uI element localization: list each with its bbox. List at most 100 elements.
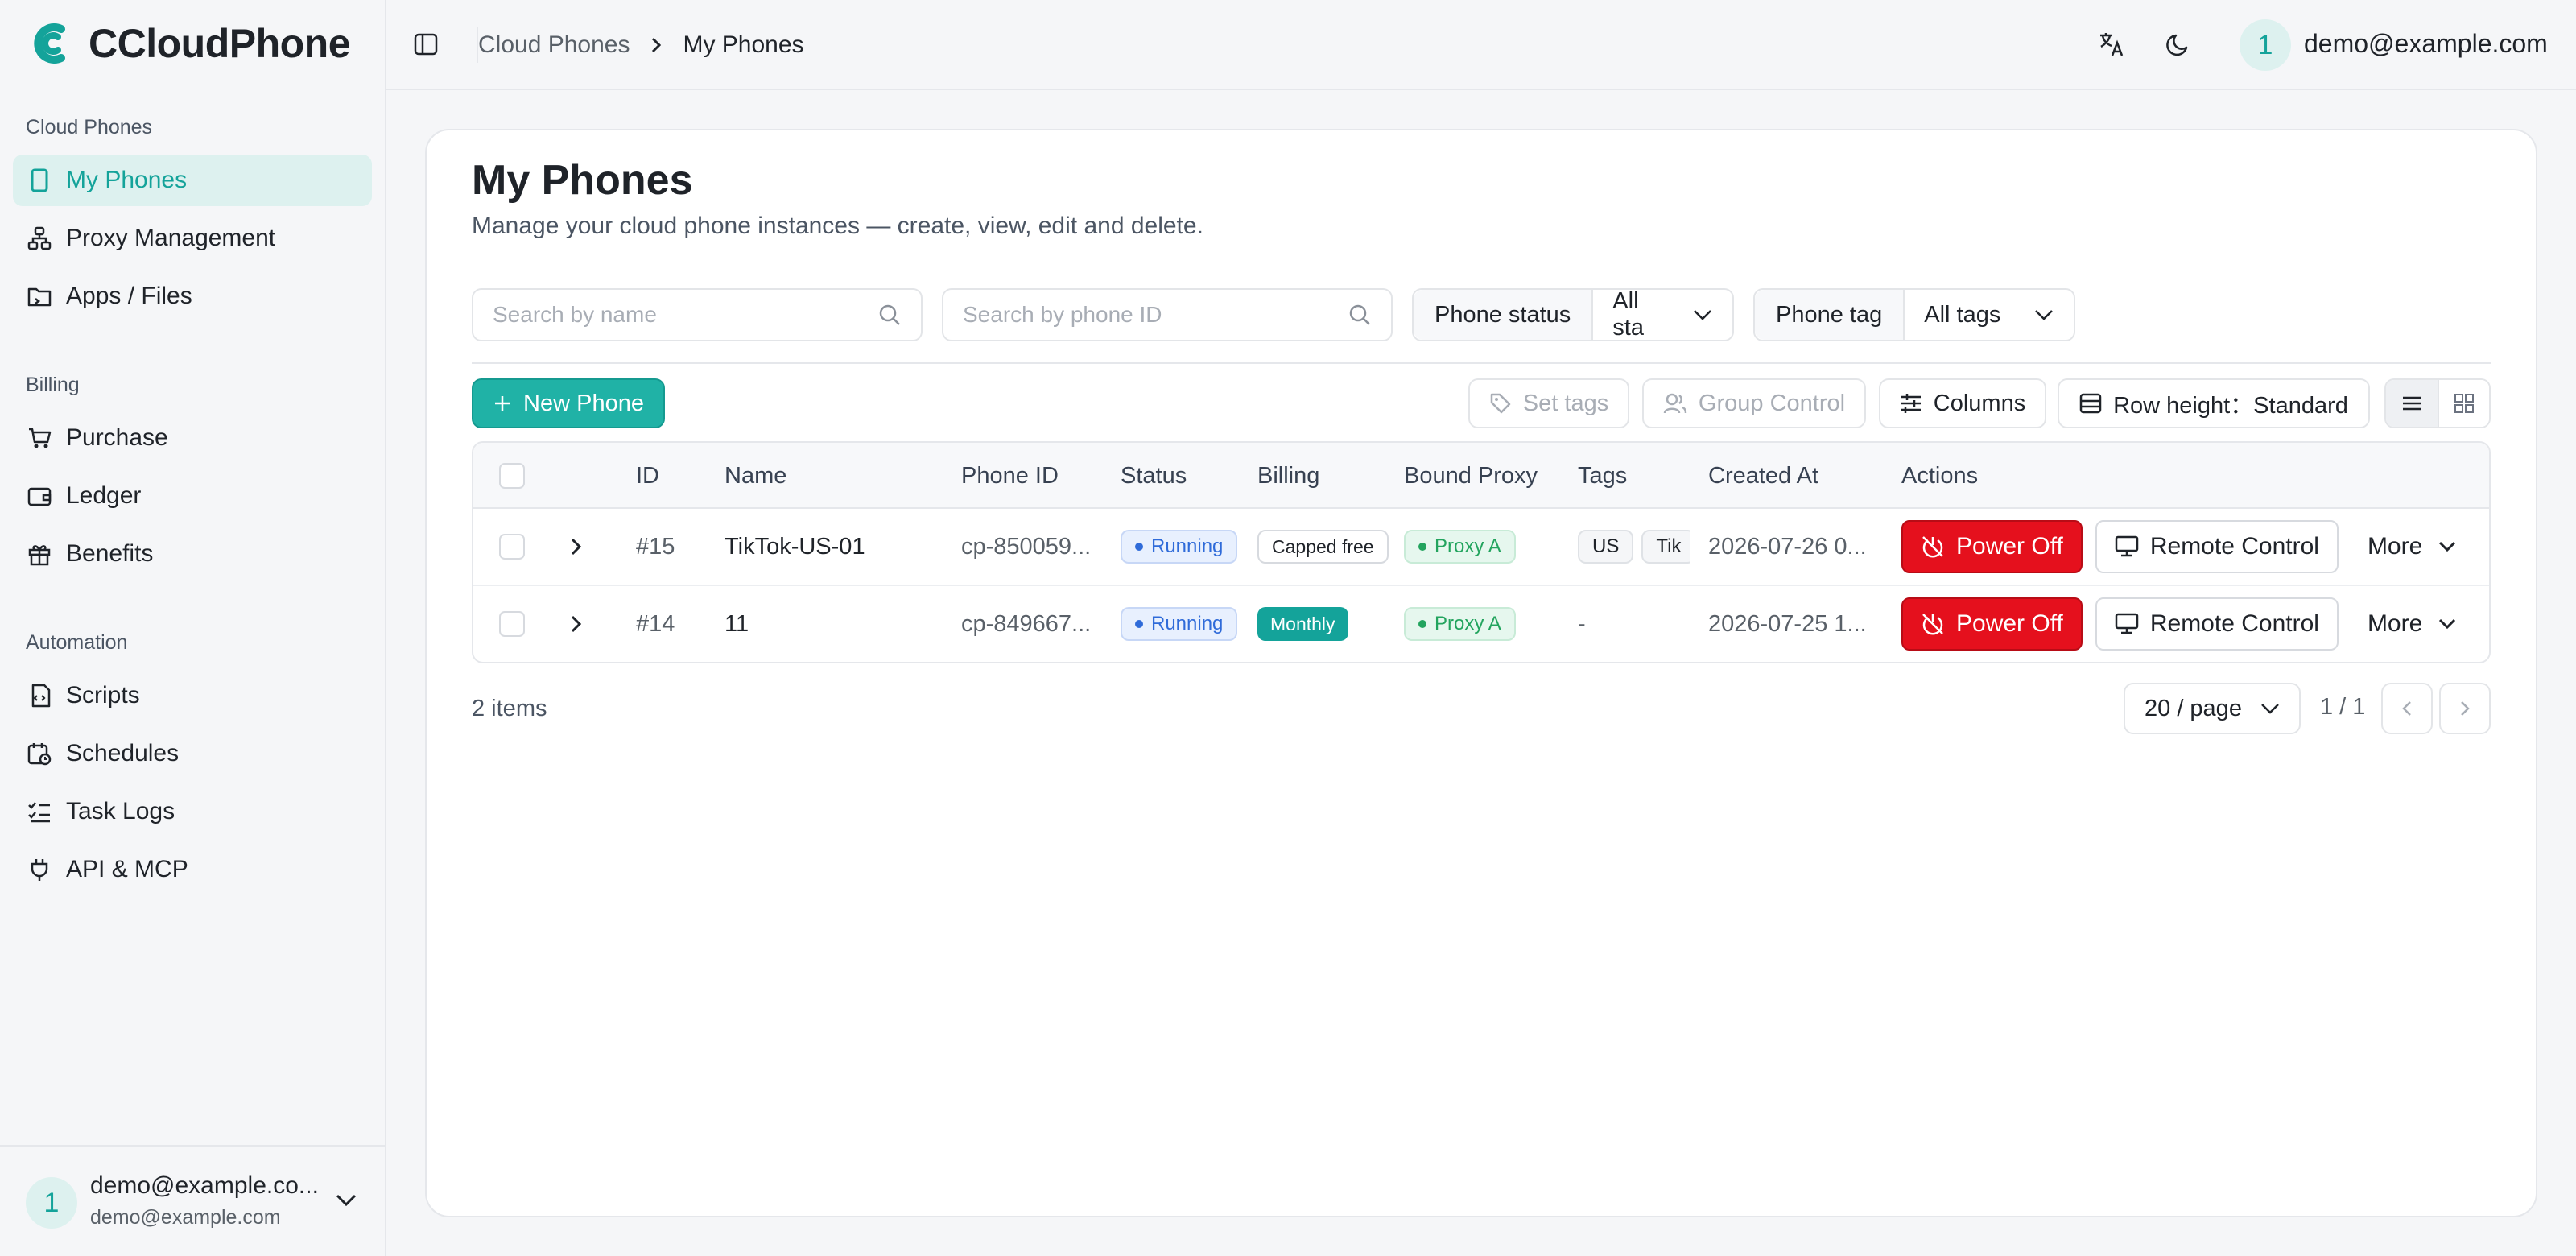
power-off-button[interactable]: Power Off [1901,520,2083,573]
sidebar-item-purchase[interactable]: Purchase [13,412,372,464]
sidebar-item-label: Apps / Files [66,283,192,309]
row-checkbox[interactable] [499,534,525,560]
sidebar-item-proxy-management[interactable]: Proxy Management [13,213,372,264]
sidebar-item-label: Ledger [66,482,142,509]
header-avatar[interactable]: 1 [2240,19,2291,71]
column-header-created-at[interactable]: Created At [1708,443,1818,509]
cell-name: TikTok-US-01 [724,533,865,560]
sidebar-item-task-logs[interactable]: Task Logs [13,786,372,837]
sidebar-item-scripts[interactable]: Scripts [13,670,372,721]
cell-phone-id[interactable]: cp-850059... [961,509,1092,585]
cell-phone-id[interactable]: cp-849667... [961,586,1092,662]
remote-control-button[interactable]: Remote Control [2095,520,2339,573]
moon-icon[interactable] [2165,31,2193,58]
sidebar-item-ledger[interactable]: Ledger [13,470,372,522]
chevron-right-icon [650,36,662,54]
sidebar: CCloudPhone Cloud Phones My Phones Proxy… [0,0,386,1256]
more-dropdown[interactable]: More [2368,610,2456,638]
column-header-id[interactable]: ID [636,443,659,509]
logo-icon [26,18,77,69]
status-badge: Running [1121,530,1238,564]
rows-icon [2079,392,2102,415]
tag-chip: Tik [1641,530,1690,564]
sidebar-toggle-icon[interactable] [414,32,438,56]
top-bar: Cloud Phones My Phones 1 demo@example.co… [386,0,2576,90]
network-icon [27,226,52,250]
row-checkbox[interactable] [499,611,525,637]
table-row[interactable]: #14 11 cp-849667... Running Monthly Prox… [473,586,2489,662]
phone-status-filter[interactable]: Phone status All sta [1412,288,1734,341]
translate-icon[interactable] [2098,31,2125,58]
row-height-button[interactable]: Row height：Standard [2058,378,2370,428]
sidebar-item-label: My Phones [66,167,188,193]
sidebar-item-label: Task Logs [66,798,175,824]
wallet-icon [27,484,52,508]
power-off-label: Power Off [1956,533,2063,560]
cell-created-at: 2026-07-25 1... [1708,610,1867,637]
new-phone-label: New Phone [523,390,644,416]
chevron-down-icon [2438,541,2456,552]
list-icon [2401,395,2422,412]
grid-icon [2454,393,2475,414]
divider [472,362,2491,364]
monitor-icon [2115,613,2139,635]
chevron-down-icon [335,1193,357,1208]
sidebar-user-menu[interactable]: 1 demo@example.co... demo@example.com [0,1145,385,1256]
more-dropdown[interactable]: More [2368,533,2456,560]
column-header-name[interactable]: Name [724,443,786,509]
columns-label: Columns [1933,390,2026,416]
expand-row-icon[interactable] [570,509,583,585]
sidebar-item-schedules[interactable]: Schedules [13,728,372,779]
set-tags-label: Set tags [1522,390,1609,416]
power-off-button[interactable]: Power Off [1901,597,2083,651]
prev-page-button[interactable] [2381,683,2433,734]
app-name: CCloudPhone [89,21,351,66]
page-indicator: 1 / 1 [2320,694,2366,720]
sidebar-item-api-mcp[interactable]: API & MCP [13,844,372,895]
column-header-bound-proxy[interactable]: Bound Proxy [1404,443,1538,509]
set-tags-button[interactable]: Set tags [1468,378,1629,428]
proxy-badge[interactable]: Proxy A [1404,607,1516,641]
sidebar-item-apps-files[interactable]: Apps / Files [13,271,372,322]
grid-view-button[interactable] [2438,380,2489,427]
search-name-input[interactable]: Search by name [472,288,923,341]
table-header: ID Name Phone ID Status Billing Bound Pr… [473,443,2489,509]
phone-tag-label: Phone tag [1755,290,1905,340]
proxy-badge[interactable]: Proxy A [1404,530,1516,564]
select-all-checkbox[interactable] [499,463,525,489]
sidebar-item-my-phones[interactable]: My Phones [13,155,372,206]
cart-icon [27,426,52,450]
expand-row-icon[interactable] [570,586,583,662]
breadcrumb-cloud-phones[interactable]: Cloud Phones [478,31,630,59]
new-phone-button[interactable]: New Phone [472,378,665,428]
remote-control-button[interactable]: Remote Control [2095,597,2339,651]
column-header-status[interactable]: Status [1121,443,1187,509]
search-phone-id-input[interactable]: Search by phone ID [942,288,1393,341]
cell-id: #14 [636,610,675,637]
header-user-email[interactable]: demo@example.com [2304,29,2548,59]
column-header-billing[interactable]: Billing [1257,443,1319,509]
columns-button[interactable]: Columns [1879,378,2046,428]
billing-badge: Capped free [1257,530,1389,564]
cell-name: 11 [724,610,749,637]
more-label: More [2367,533,2423,560]
list-view-button[interactable] [2386,380,2438,427]
sidebar-item-label: Benefits [66,540,154,567]
page-size-value: 20 / page [2145,695,2242,721]
table-row[interactable]: #15 TikTok-US-01 cp-850059... Running Ca… [473,509,2489,586]
sidebar-item-label: Scripts [66,682,140,709]
phones-table: ID Name Phone ID Status Billing Bound Pr… [472,441,2491,663]
cell-created-at: 2026-07-26 0... [1708,533,1867,560]
sidebar-item-label: Proxy Management [66,225,276,251]
next-page-button[interactable] [2439,683,2491,734]
phone-tag-value: All tags [1924,301,2001,328]
column-header-phone-id[interactable]: Phone ID [961,443,1059,509]
sidebar-item-benefits[interactable]: Benefits [13,528,372,580]
group-control-button[interactable]: Group Control [1642,378,1866,428]
phone-tag-filter[interactable]: Phone tag All tags [1753,288,2075,341]
column-header-tags[interactable]: Tags [1578,443,1627,509]
app-logo[interactable]: CCloudPhone [26,18,351,69]
page-size-select[interactable]: 20 / page [2124,683,2301,734]
plug-icon [27,857,52,882]
sidebar-item-label: API & MCP [66,856,188,882]
